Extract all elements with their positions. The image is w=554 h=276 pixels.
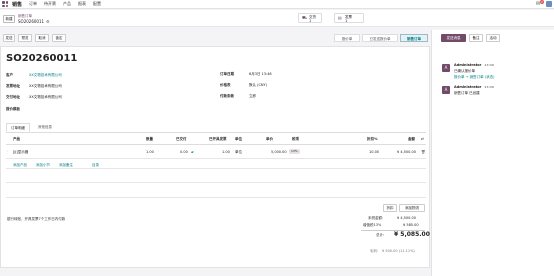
- delivery-smart-button[interactable]: ⛟ 交货 1: [298, 13, 322, 23]
- gear-icon[interactable]: ⚙: [46, 19, 50, 24]
- pricelist-field[interactable]: 默认 (CNY): [249, 83, 267, 88]
- row-divider: [6, 197, 426, 198]
- tax-label: 增值税13%: [363, 223, 382, 227]
- invoice-address-field[interactable]: XX文物技术有限公司: [29, 84, 62, 89]
- col-unit-price[interactable]: 单价: [266, 137, 273, 142]
- col-amount[interactable]: 金额: [408, 137, 415, 142]
- message-time: 13:46: [484, 85, 494, 89]
- new-button[interactable]: 新建: [3, 15, 15, 23]
- customer-label: 客户: [6, 73, 13, 77]
- row-divider: [6, 182, 426, 183]
- col-quantity[interactable]: 数量: [146, 137, 153, 142]
- tab-divider: [6, 132, 426, 133]
- order-date-label: 订单日期: [220, 72, 234, 76]
- app-name[interactable]: 销售: [12, 1, 22, 8]
- smart-count: 1: [345, 19, 348, 23]
- control-panel: 新建 销售订单 SO20260011 ⚙ ⛟ 交货 1 ▤ 发票 1: [0, 10, 554, 27]
- message-body: 销售订单 已创建: [454, 91, 480, 95]
- cancel-button[interactable]: 取消: [35, 34, 49, 42]
- send-button[interactable]: 发送: [3, 34, 15, 42]
- line-product[interactable]: [JJ]显示器: [13, 150, 28, 155]
- truck-icon: ⛟: [302, 15, 308, 20]
- order-date-field[interactable]: 6月3日 13:46: [249, 72, 272, 77]
- message-tracking: 报价单 → 销售订单 (状态): [454, 75, 495, 79]
- invoice-address-label: 发票地址: [6, 84, 20, 88]
- breadcrumb-record: SO20260011: [18, 19, 45, 24]
- line-uom[interactable]: 单位: [235, 150, 242, 155]
- col-product[interactable]: 产品: [13, 137, 20, 142]
- line-invoiced: 1.00: [222, 150, 230, 154]
- activity-button[interactable]: 活动: [486, 34, 500, 42]
- tab-other-info[interactable]: 其他信息: [34, 123, 56, 132]
- total-label: 总计:: [376, 233, 385, 237]
- menu-orders[interactable]: 订单: [29, 1, 37, 7]
- line-amount: ¥ 4,500.00: [397, 150, 416, 154]
- message-avatar: A: [442, 86, 450, 94]
- delivery-address-label: 交付地址: [6, 95, 20, 99]
- margin-amount: ¥ 500.00 (11.11%): [382, 249, 415, 253]
- invoice-smart-button[interactable]: ▤ 发票 1: [334, 13, 364, 23]
- add-shipping-button[interactable]: 添加物流: [399, 204, 425, 212]
- user-avatar[interactable]: [546, 1, 552, 7]
- col-taxes[interactable]: 税项: [292, 137, 299, 142]
- line-unit-price[interactable]: 5,000.00: [271, 150, 287, 154]
- untaxed-label: 未税金额:: [368, 216, 384, 220]
- line-delivered: 0.00: [180, 150, 188, 154]
- line-quantity[interactable]: 1.00: [146, 150, 154, 154]
- order-title: SO20260011: [6, 53, 78, 64]
- message-time: 13:46: [484, 63, 494, 67]
- tab-order-lines[interactable]: 订单明细: [6, 123, 30, 132]
- menu-to-invoice[interactable]: 待开票: [44, 1, 56, 7]
- drag-handle-icon[interactable]: ⋮: [6, 150, 10, 154]
- stage-quotation-sent[interactable]: 已发送报价单: [362, 34, 398, 42]
- menu-configuration[interactable]: 配置: [93, 1, 101, 7]
- pricelist-label: 价格表: [220, 83, 231, 87]
- top-navbar: 销售 订单 待开票 产品 报表 配置 ✉ 2: [0, 0, 554, 9]
- stage-quotation[interactable]: 报价单: [334, 34, 360, 42]
- column-settings-icon[interactable]: ⇄: [421, 137, 424, 141]
- untaxed-amount: ¥ 4,500.00: [397, 216, 416, 220]
- terms-conditions[interactable]: 银行转账，开具发票7个工作日内付款: [7, 217, 65, 222]
- forecast-chart-icon[interactable]: ▰: [191, 150, 194, 154]
- tax-amount: ¥ 585.00: [403, 223, 419, 227]
- margin-label: 毛利:: [370, 249, 379, 253]
- total-amount: ¥ 5,085.00: [394, 231, 430, 238]
- status-bar: 发送 预览 取消 锁定 报价单 已发送报价单 销售订单: [0, 30, 430, 45]
- lock-button[interactable]: 锁定: [52, 34, 66, 42]
- payment-terms-field[interactable]: 立即: [249, 94, 256, 99]
- preview-button[interactable]: 预览: [18, 34, 32, 42]
- notification-badge: 2: [540, 0, 544, 4]
- col-uom[interactable]: 单位: [235, 137, 242, 142]
- invoice-icon: ▤: [338, 15, 342, 20]
- message-author: Administrator 13:46: [454, 85, 494, 89]
- message-body: 已确认报价单: [454, 69, 475, 73]
- row-divider: [6, 158, 426, 159]
- line-tax-tag[interactable]: 13%: [289, 149, 300, 154]
- delete-line-icon[interactable]: 🗑: [421, 150, 425, 154]
- send-message-button[interactable]: 发送消息: [441, 34, 466, 42]
- form-sheet: SO20260011 客户 XX文物技术有限公司 发票地址 XX文物技术有限公司…: [0, 46, 430, 268]
- customer-field[interactable]: XX文物技术有限公司: [29, 73, 62, 78]
- line-discount[interactable]: 10.00: [369, 150, 379, 154]
- col-invoiced[interactable]: 已开具发票: [209, 137, 227, 142]
- smart-count: 1: [309, 19, 312, 23]
- chatter-panel: 发送消息 备注 活动 A Administrator 13:46 已确认报价单 报…: [431, 30, 554, 276]
- log-note-button[interactable]: 备注: [469, 34, 483, 42]
- menu-reporting[interactable]: 报表: [78, 1, 86, 7]
- header-divider: [6, 144, 426, 145]
- stage-sales-order[interactable]: 销售订单: [400, 34, 428, 42]
- discount-button[interactable]: 折扣: [383, 204, 397, 212]
- apps-menu-icon[interactable]: [2, 1, 8, 7]
- quote-template-label: 报价模板: [6, 107, 20, 111]
- message-avatar: A: [442, 64, 450, 72]
- message-author: Administrator 13:46: [454, 63, 494, 67]
- menu-products[interactable]: 产品: [63, 1, 71, 7]
- delivery-address-field[interactable]: XX文物技术有限公司: [29, 95, 62, 100]
- col-delivered[interactable]: 已交付: [176, 137, 187, 142]
- col-discount[interactable]: 折扣%: [367, 137, 378, 142]
- payment-terms-label: 付款条款: [220, 94, 234, 98]
- row-divider: [6, 168, 426, 169]
